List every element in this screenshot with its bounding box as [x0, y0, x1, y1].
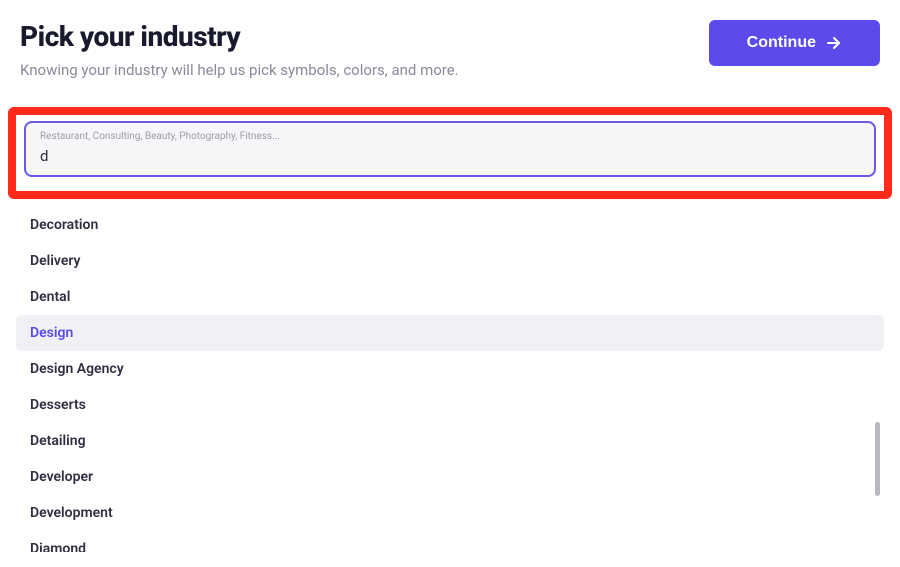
continue-button[interactable]: Continue — [709, 20, 880, 66]
search-container[interactable]: Restaurant, Consulting, Beauty, Photogra… — [24, 121, 876, 177]
search-highlight-box: Restaurant, Consulting, Beauty, Photogra… — [8, 107, 892, 199]
suggestion-item[interactable]: Delivery — [16, 243, 884, 279]
page-title: Pick your industry — [20, 20, 709, 53]
arrow-right-icon — [826, 35, 842, 51]
continue-button-label: Continue — [747, 34, 816, 52]
suggestion-item[interactable]: Developer — [16, 459, 884, 495]
suggestions-list: DecorationDeliveryDentalDesignDesign Age… — [16, 207, 884, 552]
suggestion-item[interactable]: Detailing — [16, 423, 884, 459]
suggestion-item[interactable]: Development — [16, 495, 884, 531]
suggestion-item[interactable]: Decoration — [16, 207, 884, 243]
search-placeholder-label: Restaurant, Consulting, Beauty, Photogra… — [40, 131, 860, 142]
suggestion-item[interactable]: Dental — [16, 279, 884, 315]
suggestion-item[interactable]: Desserts — [16, 387, 884, 423]
page-subtitle: Knowing your industry will help us pick … — [20, 61, 709, 79]
suggestion-item[interactable]: Design Agency — [16, 351, 884, 387]
industry-search-input[interactable] — [40, 147, 860, 165]
suggestion-item[interactable]: Design — [16, 315, 884, 351]
suggestion-item[interactable]: Diamond — [16, 531, 884, 552]
scrollbar[interactable] — [875, 422, 880, 496]
